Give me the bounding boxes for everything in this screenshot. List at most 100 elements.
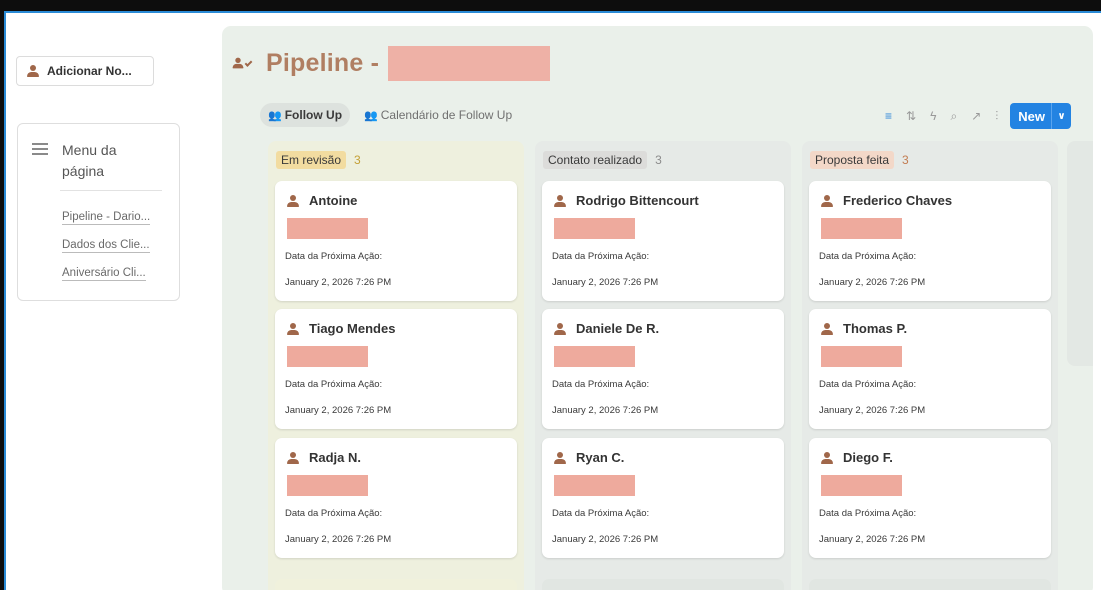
tab-follow-up[interactable]: 👥 Follow Up xyxy=(260,103,351,127)
column-header[interactable]: Proposta feita 3 xyxy=(810,151,909,169)
kanban-card[interactable]: Thomas P. Data da Próxima Ação: January 2,… xyxy=(809,309,1051,429)
card-title-text: Frederico Chaves xyxy=(843,193,953,208)
add-new-button-label: Adicionar No... xyxy=(47,64,132,78)
chevron-down-icon[interactable]: ∨ xyxy=(1051,103,1071,129)
board-column: Contato realizado 3 Rodrigo Bittencourt Dat… xyxy=(535,141,791,590)
card-title: Tiago Mendes xyxy=(287,321,395,336)
redacted-field xyxy=(821,218,902,239)
next-action-label: Data da Próxima Ação: xyxy=(819,251,917,262)
person-icon xyxy=(554,451,566,464)
tab-calendario[interactable]: 👥 Calendário de Follow Up xyxy=(356,103,520,127)
people-icon: 👥 xyxy=(268,109,282,122)
page-title: Pipeline - xyxy=(266,49,380,77)
kanban-card[interactable]: Frederico Chaves Data da Próxima Ação: Jan… xyxy=(809,181,1051,301)
new-page-button[interactable]: +New page xyxy=(542,579,784,590)
lightning-icon[interactable]: ϟ xyxy=(930,109,936,123)
menu-link-pipeline[interactable]: Pipeline - Dario... xyxy=(62,210,151,225)
next-action-date: January 2, 2026 7:26 PM xyxy=(552,277,659,288)
column-header[interactable]: Em revisão 3 xyxy=(276,151,361,169)
redacted-field xyxy=(554,218,635,239)
new-button[interactable]: New ∨ xyxy=(1010,103,1071,129)
menu-link-aniversario[interactable]: Aniversário Cli... xyxy=(62,266,146,281)
person-icon xyxy=(821,322,833,335)
app-window: Adicionar No... Menu da página Pipeline … xyxy=(4,11,1101,590)
card-title-text: Daniele De R. xyxy=(576,321,660,336)
redacted-field xyxy=(821,475,902,496)
next-action-date: January 2, 2026 7:26 PM xyxy=(552,405,659,416)
redacted-title-block xyxy=(388,46,551,81)
card-title-text: Radja N. xyxy=(309,450,362,465)
menu-title: Menu da página xyxy=(62,142,117,179)
next-action-date: January 2, 2026 7:26 PM xyxy=(285,534,392,545)
column-count: 3 xyxy=(902,153,909,167)
next-action-label: Data da Próxima Ação: xyxy=(285,379,383,390)
card-title: Frederico Chaves xyxy=(821,193,952,208)
column-status-tag: Contato realizado xyxy=(543,151,648,169)
card-title: Daniele De R. xyxy=(554,321,659,336)
person-icon xyxy=(287,451,299,464)
next-action-date: January 2, 2026 7:26 PM xyxy=(819,405,926,416)
next-action-date: January 2, 2026 7:26 PM xyxy=(819,534,926,545)
redacted-field xyxy=(287,218,368,239)
kanban-card[interactable]: Diego F. Data da Próxima Ação: January 2, … xyxy=(809,438,1051,558)
next-action-label: Data da Próxima Ação: xyxy=(819,379,917,390)
kanban-card[interactable]: Radja N. Data da Próxima Ação: January 2, … xyxy=(275,438,517,558)
kanban-card[interactable]: Tiago Mendes Data da Próxima Ação: January… xyxy=(275,309,517,429)
next-action-label: Data da Próxima Ação: xyxy=(552,379,650,390)
tab-calendario-label: Calendário de Follow Up xyxy=(380,108,513,122)
column-header[interactable]: Contato realizado 3 xyxy=(543,151,662,169)
new-page-button[interactable]: +New page xyxy=(809,579,1051,590)
page-header: Pipeline - xyxy=(232,46,551,81)
kanban-card[interactable]: Rodrigo Bittencourt Data da Próxima Ação:… xyxy=(542,181,784,301)
card-title-text: Antoine xyxy=(309,193,358,208)
pipeline-database: Pipeline - 👥 Follow Up 👥 Calendário de F… xyxy=(222,26,1093,590)
card-title: Diego F. xyxy=(821,450,893,465)
page-menu: Menu da página Pipeline - Dario... Dados… xyxy=(17,123,180,301)
add-new-button[interactable]: Adicionar No... xyxy=(16,56,154,86)
filter-icon[interactable]: ≡ xyxy=(885,109,892,123)
sort-icon[interactable]: ⇅ xyxy=(906,109,916,123)
settings-icon[interactable]: ⫶ xyxy=(995,109,998,124)
redacted-field xyxy=(821,346,902,367)
card-title-text: Diego F. xyxy=(843,450,893,465)
expand-icon[interactable]: ↗ xyxy=(971,109,981,123)
card-title: Thomas P. xyxy=(821,321,907,336)
card-title-text: Tiago Mendes xyxy=(309,321,396,336)
person-icon xyxy=(554,322,566,335)
person-icon xyxy=(821,194,833,207)
board-column: Proposta feita 3 Frederico Chaves Data da P… xyxy=(802,141,1058,590)
person-check-icon xyxy=(232,57,254,71)
person-icon xyxy=(27,65,39,77)
database-toolbar: ≡ ⇅ ϟ ⌕ ↗ ⫶ New ∨ xyxy=(885,103,1071,129)
next-action-label: Data da Próxima Ação: xyxy=(285,508,383,519)
next-action-date: January 2, 2026 7:26 PM xyxy=(552,534,659,545)
menu-link-dados-clientes[interactable]: Dados dos Clie... xyxy=(62,238,150,253)
next-action-label: Data da Próxima Ação: xyxy=(552,508,650,519)
column-count: 3 xyxy=(354,153,361,167)
new-button-label: New xyxy=(1018,108,1045,124)
menu-divider xyxy=(60,190,162,191)
redacted-field xyxy=(554,346,635,367)
redacted-field xyxy=(287,475,368,496)
next-action-label: Data da Próxima Ação: xyxy=(819,508,917,519)
redacted-field xyxy=(554,475,635,496)
kanban-card[interactable]: Daniele De R. Data da Próxima Ação: Januar… xyxy=(542,309,784,429)
card-title: Antoine xyxy=(287,193,357,208)
new-page-button[interactable]: +New page xyxy=(275,579,517,590)
kanban-card[interactable]: Antoine Data da Próxima Ação: January 2, 2… xyxy=(275,181,517,301)
column-count: 3 xyxy=(655,153,662,167)
tab-follow-up-label: Follow Up xyxy=(284,108,343,122)
person-icon xyxy=(554,194,566,207)
kanban-card[interactable]: Ryan C. Data da Próxima Ação: January 2, 2… xyxy=(542,438,784,558)
board-column: Em revisão 3 Antoine Data da Próxima Ação: J… xyxy=(268,141,524,590)
card-title: Radja N. xyxy=(287,450,361,465)
redacted-field xyxy=(287,346,368,367)
card-title-text: Ryan C. xyxy=(576,450,625,465)
card-title-text: Thomas P. xyxy=(843,321,908,336)
next-action-date: January 2, 2026 7:26 PM xyxy=(285,277,392,288)
next-action-date: January 2, 2026 7:26 PM xyxy=(285,405,392,416)
next-action-label: Data da Próxima Ação: xyxy=(285,251,383,262)
hamburger-icon[interactable] xyxy=(32,143,48,155)
person-icon xyxy=(287,322,299,335)
search-icon[interactable]: ⌕ xyxy=(950,109,957,124)
